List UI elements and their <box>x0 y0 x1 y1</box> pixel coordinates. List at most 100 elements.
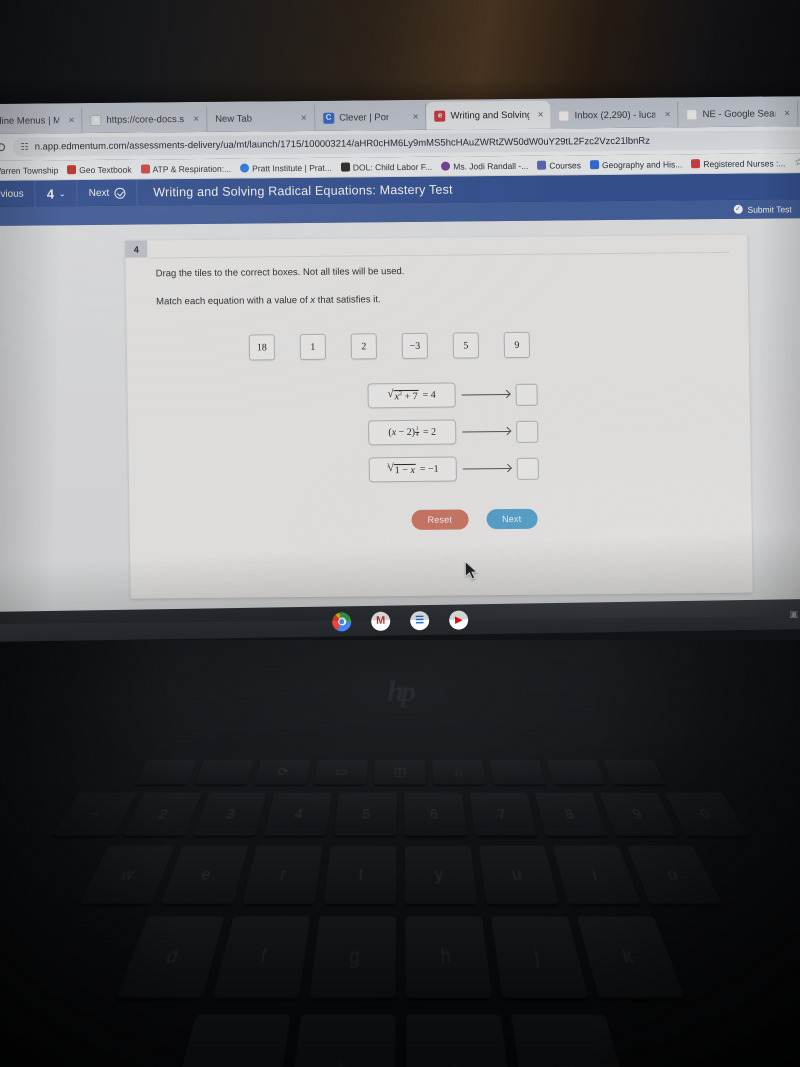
key-j[interactable]: j <box>490 916 588 998</box>
youtube-icon[interactable]: ▶ <box>449 609 469 630</box>
reload-icon[interactable]: ⟳ <box>0 139 6 155</box>
tab-close-icon[interactable]: × <box>413 111 419 122</box>
answer-tile[interactable]: 1 <box>299 334 327 361</box>
bookmark-item[interactable]: Geo Textbook <box>67 164 132 175</box>
tab-close-icon[interactable]: × <box>193 113 199 124</box>
page-info-icon[interactable]: ☷ <box>21 142 29 153</box>
key-w[interactable]: w <box>78 845 174 904</box>
key-i[interactable]: i <box>552 845 640 904</box>
tab-label: Clever | Portal <box>339 111 388 124</box>
next-button[interactable]: Next <box>485 509 538 530</box>
key-o[interactable]: o <box>626 845 722 904</box>
key-8[interactable]: 8 <box>533 792 608 836</box>
bookmark-label: DOL: Child Labor F... <box>352 161 433 172</box>
arrow-icon <box>462 431 511 433</box>
key-r[interactable]: r <box>241 845 322 904</box>
keyboard: ⟳ ▭ ◫ ☼ ~ 2 3 4 5 6 7 8 9 0 w e r t y u … <box>0 760 800 1067</box>
key-h[interactable]: h <box>404 916 492 998</box>
equation-2-base: (x − 2) <box>388 427 416 439</box>
google-docs-icon[interactable]: ☰ <box>410 610 430 630</box>
question-selector[interactable]: 4 ⌄ <box>35 180 78 207</box>
key-3[interactable]: 3 <box>192 792 267 836</box>
browser-tab[interactable]: C Clever | Portal × <box>314 103 427 131</box>
key-fullscreen[interactable]: ▭ <box>313 760 368 785</box>
key-b[interactable]: b <box>284 1014 395 1067</box>
chrome-icon[interactable] <box>332 611 352 632</box>
key-9[interactable]: 9 <box>598 792 678 836</box>
tab-close-icon[interactable]: × <box>69 115 75 126</box>
key-4[interactable]: 4 <box>263 792 332 836</box>
key[interactable] <box>546 760 606 785</box>
key-t[interactable]: t <box>323 845 396 904</box>
bookmark-favicon <box>441 161 451 171</box>
key[interactable] <box>194 760 254 785</box>
key-tilde[interactable]: ~ <box>51 792 136 836</box>
cube-root-expression: 3 √ 1 − x <box>387 462 416 477</box>
bookmark-label: Warren Township <box>0 164 59 176</box>
bookmark-item[interactable]: ATP & Respiration:... <box>140 163 231 174</box>
browser-tab[interactable]: ● https://core-docs.s3.a × <box>82 105 208 134</box>
bookmark-label: Courses <box>549 159 582 171</box>
tab-label: Inbox (2,290) - lucas.b <box>574 109 656 121</box>
bookmark-item[interactable]: Pratt Institute | Prat... <box>240 162 332 173</box>
tab-close-icon[interactable]: × <box>784 108 790 119</box>
key-m[interactable]: m <box>510 1014 638 1067</box>
key-2[interactable]: 2 <box>122 792 202 836</box>
bookmark-item[interactable]: Ms. Jodi Randall -... <box>441 160 528 171</box>
reset-button[interactable]: Reset <box>411 509 469 531</box>
shelf-status-icon[interactable]: ▣ <box>790 609 799 620</box>
key-5[interactable]: 5 <box>333 792 397 836</box>
key-brightness[interactable]: ☼ <box>432 760 487 785</box>
browser-tab[interactable]: G NE - Google Search × <box>678 100 799 128</box>
key[interactable] <box>489 760 546 785</box>
answer-tile[interactable]: 5 <box>452 332 480 359</box>
next-question-button[interactable]: Next <box>77 179 138 207</box>
browser-tab[interactable]: M Inbox (2,290) - lucas.b × <box>550 101 679 129</box>
key-refresh[interactable]: ⟳ <box>254 760 311 785</box>
address-bar[interactable]: ☷ n.app.edmentum.com/assessments-deliver… <box>12 130 800 157</box>
key-overview[interactable]: ◫ <box>373 760 427 785</box>
gmail-icon[interactable]: M <box>371 611 391 631</box>
drop-target-1[interactable] <box>515 383 538 406</box>
instruction-drag-tiles: Drag the tiles to the correct boxes. Not… <box>155 266 405 280</box>
key-v[interactable] <box>162 1014 290 1067</box>
submit-test-button[interactable]: Submit Test <box>747 204 791 214</box>
drop-target-2[interactable] <box>516 420 539 443</box>
chevron-down-icon: ⌄ <box>58 188 66 198</box>
key-n[interactable]: n <box>405 1014 516 1067</box>
key-6[interactable]: 6 <box>403 792 467 836</box>
answer-tile[interactable]: 2 <box>350 333 378 360</box>
key[interactable] <box>134 760 197 785</box>
bookmark-item[interactable]: Registered Nurses :... <box>691 158 786 169</box>
tab-close-icon[interactable]: × <box>538 109 544 120</box>
browser-tab[interactable]: New Tab × <box>206 104 316 132</box>
key-7[interactable]: 7 <box>468 792 537 836</box>
key-0[interactable]: 0 <box>664 792 749 836</box>
browser-tab[interactable]: dine Menus | Met × <box>0 107 83 134</box>
key-k[interactable]: k <box>576 916 685 998</box>
answer-tile[interactable]: −3 <box>401 333 429 360</box>
key-f[interactable]: f <box>212 916 310 998</box>
key-e[interactable]: e <box>160 845 248 904</box>
clever-icon: C <box>323 112 335 124</box>
key-y[interactable]: y <box>404 845 477 904</box>
tab-close-icon[interactable]: × <box>301 112 307 123</box>
browser-tab-active[interactable]: e Writing and Solving R × <box>426 100 551 130</box>
bookmark-item[interactable]: Geography and His... <box>589 159 682 170</box>
bookmark-label: Pratt Institute | Prat... <box>252 162 332 173</box>
answer-tile[interactable]: 9 <box>503 332 531 359</box>
bookmark-item[interactable]: DOL: Child Labor F... <box>340 161 433 172</box>
keyboard-row: ~ 2 3 4 5 6 7 8 9 0 <box>0 792 800 836</box>
previous-button[interactable]: vious <box>0 180 36 207</box>
key[interactable] <box>603 760 666 785</box>
key-d[interactable]: d <box>115 916 224 998</box>
drop-target-3[interactable] <box>516 457 539 480</box>
bookmark-star-icon[interactable]: ☆ <box>794 157 800 168</box>
bookmark-item[interactable]: Warren Township <box>0 165 58 176</box>
test-title: Writing and Solving Radical Equations: M… <box>153 182 453 200</box>
answer-tile[interactable]: 18 <box>248 334 276 361</box>
key-u[interactable]: u <box>478 845 559 904</box>
tab-close-icon[interactable]: × <box>665 109 671 120</box>
key-g[interactable]: g <box>308 916 396 998</box>
bookmark-item[interactable]: Courses <box>537 160 581 170</box>
